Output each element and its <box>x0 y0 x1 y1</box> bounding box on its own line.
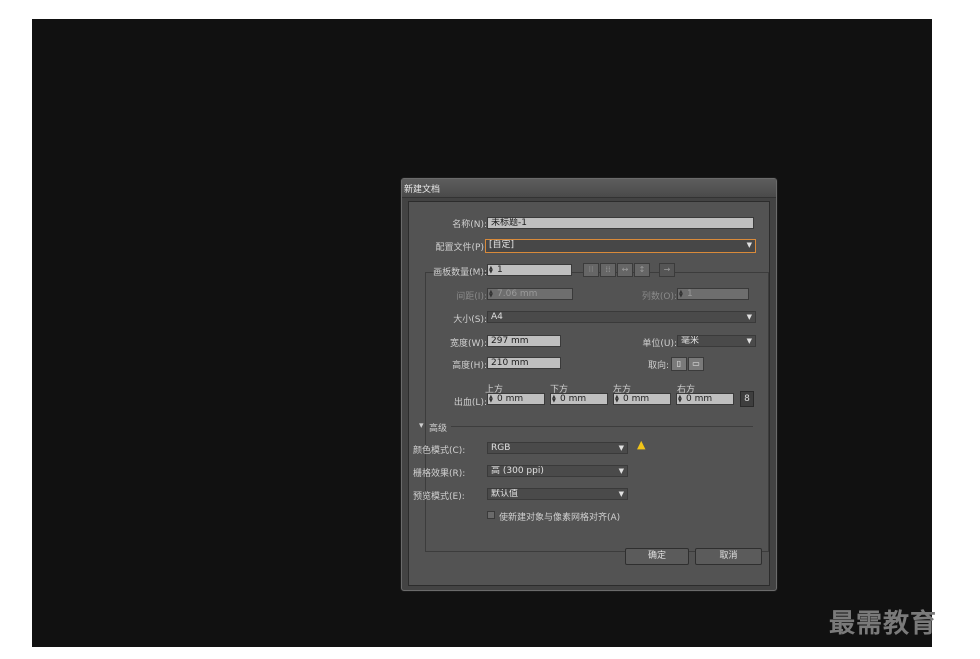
chevron-down-icon: ▼ <box>619 466 624 476</box>
chevron-down-icon: ▼ <box>619 489 624 499</box>
align-pixel-grid-label[interactable]: 使新建对象与像素网格对齐(A) <box>499 510 620 523</box>
size-value: A4 <box>491 312 503 322</box>
artboards-label: 画板数量(M): <box>411 265 487 278</box>
height-input[interactable]: 210 mm <box>487 357 561 369</box>
raster-effects-select[interactable]: 高 (300 ppi) ▼ <box>487 465 628 477</box>
bleed-bottom-value: 0 mm <box>560 394 586 404</box>
bleed-top-input[interactable]: ▲▼ 0 mm <box>487 393 545 405</box>
bleed-right-value: 0 mm <box>686 394 712 404</box>
width-label: 宽度(W): <box>411 336 487 349</box>
color-mode-label: 颜色模式(C): <box>413 443 487 456</box>
height-label: 高度(H): <box>411 358 487 371</box>
width-input[interactable]: 297 mm <box>487 335 561 347</box>
spinner-icon[interactable]: ▲▼ <box>552 395 557 404</box>
color-mode-select[interactable]: RGB ▼ <box>487 442 628 454</box>
arrange-by-column-icon[interactable]: ↕ <box>634 263 650 277</box>
size-select[interactable]: A4 ▼ <box>487 311 756 323</box>
raster-effects-label: 栅格效果(R): <box>413 466 487 479</box>
profile-select[interactable]: [自定] ▼ <box>485 239 756 253</box>
cancel-button[interactable]: 取消 <box>695 548 762 565</box>
columns-input[interactable]: ▲▼ 1 <box>677 288 749 300</box>
units-value: 毫米 <box>681 336 699 346</box>
bleed-bottom-input[interactable]: ▲▼ 0 mm <box>550 393 608 405</box>
arrange-by-row-icon[interactable]: ↔ <box>617 263 633 277</box>
profile-value: [自定] <box>489 240 514 250</box>
warning-icon: ▲ <box>637 438 645 451</box>
preview-mode-select[interactable]: 默认值 ▼ <box>487 488 628 500</box>
change-to-rtl-icon[interactable]: → <box>659 263 675 277</box>
advanced-divider <box>451 426 753 427</box>
spacing-input[interactable]: ▲▼ 7.06 mm <box>487 288 573 300</box>
new-document-dialog: 新建文档 名称(N): 未标题-1 配置文件(P): [自定] ▼ 画板数量(M… <box>401 178 777 591</box>
grid-by-column-icon[interactable]: ⁞⁞ <box>600 263 616 277</box>
columns-value: 1 <box>687 289 693 299</box>
units-label: 单位(U): <box>609 336 677 349</box>
advanced-label[interactable]: 高级 <box>429 421 447 434</box>
units-select[interactable]: 毫米 ▼ <box>677 335 756 347</box>
columns-label: 列数(O): <box>607 289 677 302</box>
bleed-left-value: 0 mm <box>623 394 649 404</box>
name-label: 名称(N): <box>429 217 487 230</box>
dialog-titlebar[interactable]: 新建文档 <box>402 179 776 198</box>
spinner-icon[interactable]: ▲▼ <box>679 290 684 299</box>
portrait-icon[interactable]: ▯ <box>671 357 687 371</box>
spinner-icon[interactable]: ▲▼ <box>678 395 683 404</box>
chevron-down-icon: ▼ <box>747 336 752 346</box>
spinner-icon[interactable]: ▲▼ <box>489 290 494 299</box>
artboards-input[interactable]: ▲▼ 1 <box>487 264 572 276</box>
preview-mode-value: 默认值 <box>491 489 518 499</box>
spacing-value: 7.06 mm <box>497 289 537 299</box>
bleed-top-value: 0 mm <box>497 394 523 404</box>
bleed-left-input[interactable]: ▲▼ 0 mm <box>613 393 671 405</box>
artboards-value: 1 <box>497 265 503 275</box>
dialog-title: 新建文档 <box>404 182 440 195</box>
raster-effects-value: 高 (300 ppi) <box>491 466 544 476</box>
orientation-label: 取向: <box>619 358 669 371</box>
chevron-down-icon: ▼ <box>747 240 752 250</box>
dialog-body: 名称(N): 未标题-1 配置文件(P): [自定] ▼ 画板数量(M): ▲▼… <box>408 201 770 586</box>
link-bleed-icon[interactable]: 8 <box>740 391 754 407</box>
bleed-right-input[interactable]: ▲▼ 0 mm <box>676 393 734 405</box>
bleed-label: 出血(L): <box>411 395 487 408</box>
align-pixel-grid-checkbox[interactable] <box>487 511 495 519</box>
profile-label: 配置文件(P): <box>411 240 487 253</box>
spinner-icon[interactable]: ▲▼ <box>615 395 620 404</box>
spinner-icon[interactable]: ▲▼ <box>489 266 494 275</box>
spinner-icon[interactable]: ▲▼ <box>489 395 494 404</box>
chevron-down-icon: ▼ <box>619 443 624 453</box>
size-label: 大小(S): <box>411 312 487 325</box>
preview-mode-label: 预览模式(E): <box>413 489 487 502</box>
color-mode-value: RGB <box>491 443 510 453</box>
ok-button[interactable]: 确定 <box>625 548 689 565</box>
watermark-logo: 最需教育 <box>829 603 937 640</box>
chevron-down-icon: ▼ <box>747 312 752 322</box>
spacing-label: 间距(I): <box>411 289 487 302</box>
landscape-icon[interactable]: ▭ <box>688 357 704 371</box>
grid-by-row-icon[interactable]: ⁝⁝ <box>583 263 599 277</box>
name-input[interactable]: 未标题-1 <box>487 217 754 229</box>
advanced-toggle-icon[interactable]: ▾ <box>419 421 424 431</box>
